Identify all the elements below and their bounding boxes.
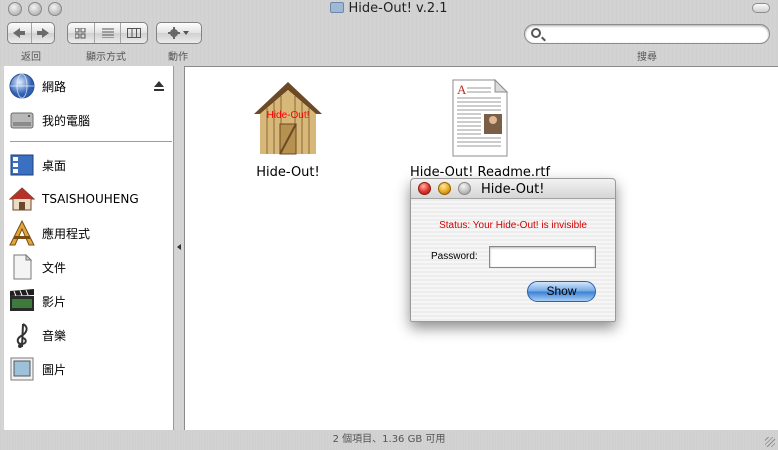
file-item-readme-rtf[interactable]: A Hide-Out! Readme.rtf bbox=[405, 78, 555, 180]
back-arrow-icon bbox=[13, 28, 26, 38]
sidebar-list: 網路 我的電腦 桌面 TSAISHOUHENG 應用程式 文件 影片 音樂 圖片 bbox=[4, 66, 174, 430]
status-text: 2 個項目、1.36 GB 可用 bbox=[332, 434, 446, 445]
collapse-arrow-icon bbox=[177, 244, 181, 250]
list-view-button[interactable] bbox=[95, 23, 122, 43]
toolbar-toggle-button[interactable] bbox=[752, 3, 770, 13]
view-label: 顯示方式 bbox=[86, 52, 126, 63]
sidebar-item-movies[interactable]: 影片 bbox=[8, 286, 168, 316]
applications-icon bbox=[8, 219, 36, 247]
icon-view-button[interactable] bbox=[68, 23, 95, 43]
toolbar: Hide-Out! v.2.1 返回 顯示方式 動作 搜尋 bbox=[0, 0, 778, 66]
file-name: Hide-Out! bbox=[256, 165, 320, 180]
sidebar: 網路 我的電腦 桌面 TSAISHOUHENG 應用程式 文件 影片 音樂 圖片 bbox=[0, 66, 174, 430]
password-field[interactable] bbox=[489, 246, 596, 268]
column-view-button[interactable] bbox=[121, 23, 147, 43]
search-icon bbox=[531, 28, 541, 38]
action-label: 動作 bbox=[168, 52, 188, 63]
dialog-close-button[interactable] bbox=[418, 182, 431, 195]
title-bar: Hide-Out! v.2.1 bbox=[0, 0, 778, 20]
back-label: 返回 bbox=[21, 52, 41, 63]
show-button[interactable]: Show bbox=[527, 281, 596, 302]
svg-text:A: A bbox=[457, 82, 467, 97]
sidebar-separator bbox=[10, 141, 172, 142]
movies-icon bbox=[8, 287, 36, 315]
sidebar-item-documents[interactable]: 文件 bbox=[8, 252, 168, 282]
rtf-document-icon: A bbox=[452, 78, 509, 157]
resize-grip-icon[interactable] bbox=[765, 437, 775, 447]
sidebar-splitter[interactable] bbox=[174, 66, 184, 430]
dialog-title-bar: Hide-Out! bbox=[411, 179, 615, 199]
gear-icon bbox=[168, 27, 189, 39]
network-globe-icon bbox=[8, 72, 36, 100]
view-control bbox=[67, 22, 148, 44]
hide-out-dialog: Hide-Out! Status: Your Hide-Out! is invi… bbox=[410, 178, 616, 322]
home-icon bbox=[8, 185, 36, 213]
action-button-face bbox=[157, 23, 201, 43]
file-item-hide-out-app[interactable]: Hide-Out! Hide-Out! bbox=[232, 78, 344, 180]
forward-button[interactable] bbox=[32, 23, 55, 43]
back-button[interactable] bbox=[8, 23, 32, 43]
sidebar-item-applications[interactable]: 應用程式 bbox=[8, 218, 168, 248]
folder-icon bbox=[330, 2, 345, 13]
sidebar-item-network[interactable]: 網路 bbox=[8, 71, 168, 101]
pictures-icon bbox=[8, 355, 36, 383]
search-field[interactable] bbox=[524, 24, 770, 44]
eject-icon[interactable] bbox=[154, 81, 164, 91]
sidebar-item-desktop[interactable]: 桌面 bbox=[8, 150, 168, 180]
sidebar-item-pictures[interactable]: 圖片 bbox=[8, 354, 168, 384]
action-menu-button[interactable] bbox=[156, 22, 202, 44]
sidebar-item-music[interactable]: 音樂 bbox=[8, 320, 168, 350]
dialog-title: Hide-Out! bbox=[481, 182, 545, 197]
icon-view-icon bbox=[75, 27, 86, 38]
window-title: Hide-Out! v.2.1 bbox=[0, 1, 778, 16]
documents-icon bbox=[8, 253, 36, 281]
hard-drive-icon bbox=[8, 106, 36, 134]
column-view-icon bbox=[127, 28, 142, 38]
dialog-zoom-button[interactable] bbox=[458, 182, 471, 195]
status-bar: 2 個項目、1.36 GB 可用 bbox=[0, 430, 778, 450]
forward-arrow-icon bbox=[36, 28, 49, 38]
list-view-icon bbox=[101, 28, 114, 38]
search-label: 搜尋 bbox=[637, 52, 657, 63]
dialog-minimize-button[interactable] bbox=[438, 182, 451, 195]
sidebar-item-home[interactable]: TSAISHOUHENG bbox=[8, 184, 168, 214]
back-forward-control bbox=[7, 22, 55, 44]
finder-window: Hide-Out! v.2.1 返回 顯示方式 動作 搜尋 網路 我的電腦 桌面… bbox=[0, 0, 778, 450]
music-icon bbox=[8, 321, 36, 349]
dialog-status-message: Status: Your Hide-Out! is invisible bbox=[439, 220, 587, 231]
sidebar-item-computer[interactable]: 我的電腦 bbox=[8, 105, 168, 135]
search-input[interactable] bbox=[545, 26, 761, 42]
desktop-icon bbox=[8, 151, 36, 179]
svg-text:Hide-Out!: Hide-Out! bbox=[267, 110, 310, 121]
shed-app-icon: Hide-Out! bbox=[254, 82, 322, 155]
password-label: Password: bbox=[431, 251, 478, 262]
